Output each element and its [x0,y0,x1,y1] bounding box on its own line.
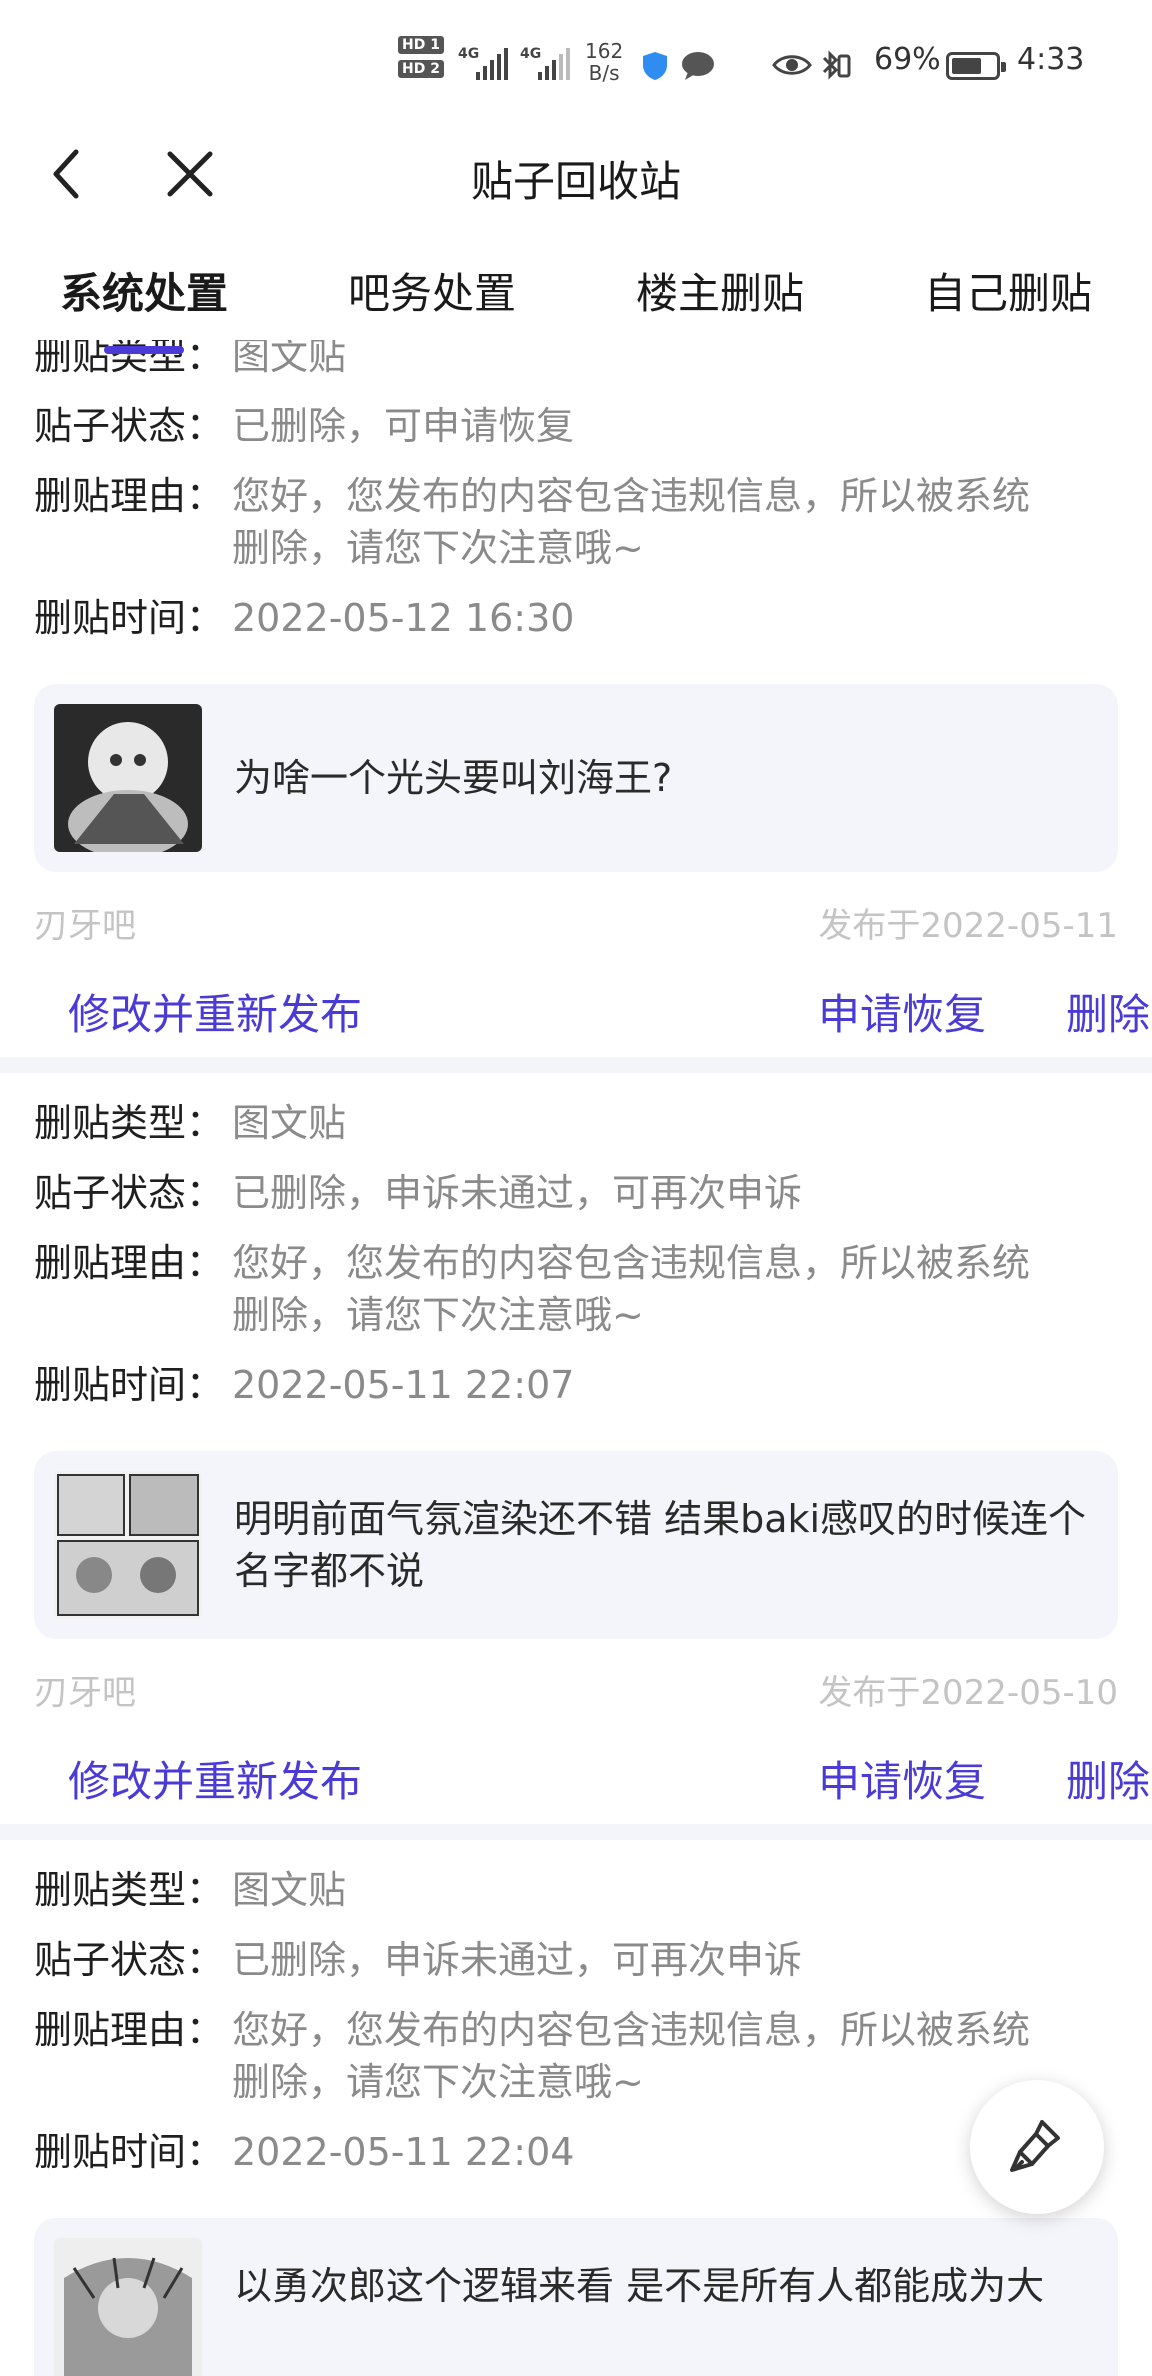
field-value: 图文贴 [232,1868,347,1912]
field-label: 删贴理由： [34,474,225,518]
chat-bubble-icon [682,52,714,80]
clock: 4:33 [1017,42,1085,77]
tab-owner-deleted[interactable]: 楼主删贴 [636,260,804,321]
field-label: 贴子状态： [34,1171,225,1215]
field-value: 2022-05-12 16:30 [232,596,575,640]
action-bar: 修改并重新发布 申请恢复 删除 [34,1714,1150,1824]
field-label: 删贴理由： [34,2008,225,2052]
field-value: 2022-05-11 22:07 [232,1363,575,1407]
delete-button[interactable]: 删除 [1066,1748,1150,1809]
field-label: 删贴时间： [34,1363,225,1407]
app-header: 贴子回收站 [0,130,1152,220]
post-preview[interactable]: 明明前面气氛渲染还不错 结果baki感叹的时候连个名字都不说 [34,1451,1118,1639]
edit-republish-button[interactable]: 修改并重新发布 [68,981,362,1042]
signal-icon: 4G [458,46,514,80]
speed-unit: B/s [588,61,620,85]
delete-time-row: 删贴时间： 2022-05-12 16:30 [34,592,1118,644]
sim2-label: HD 2 [398,60,444,78]
request-restore-button[interactable]: 申请恢复 [818,1748,986,1809]
post-meta: 刃牙吧 发布于2022-05-10 [34,1665,1118,1714]
request-restore-button[interactable]: 申请恢复 [818,981,986,1042]
field-label: 删贴类型： [34,1868,225,1912]
list-item: 删贴类型： 图文贴 贴子状态： 已删除，可申请恢复 删贴理由： 您好，您发布的内… [0,340,1152,1057]
status-bar: HD 1 HD 2 4G 4G 162 B/s 69% 4:33 [0,0,1152,130]
post-title: 以勇次郎这个逻辑来看 是不是所有人都能成为大 [234,2264,1045,2308]
post-status-row: 贴子状态： 已删除，申诉未通过，可再次申诉 [34,1934,1118,1986]
post-status-row: 贴子状态： 已删除，可申请恢复 [34,400,1118,452]
edit-republish-button[interactable]: 修改并重新发布 [68,1748,362,1809]
post-thumbnail [54,1471,202,1619]
delete-reason-row: 删贴理由： 您好，您发布的内容包含违规信息，所以被系统删除，请您下次注意哦~ [34,2004,1118,2108]
field-value: 已删除，申诉未通过，可再次申诉 [232,1938,803,1982]
field-value: 图文贴 [232,340,347,378]
tab-admin[interactable]: 吧务处置 [348,260,516,321]
field-value: 已删除，可申请恢复 [232,404,575,448]
delete-type-row: 删贴类型： 图文贴 [34,340,1118,382]
signal-icon: 4G [520,46,576,80]
action-bar: 修改并重新发布 申请恢复 删除 [34,947,1150,1057]
field-value: 您好，您发布的内容包含违规信息，所以被系统删除，请您下次注意哦~ [232,2008,1031,2104]
delete-reason-row: 删贴理由： 您好，您发布的内容包含违规信息，所以被系统删除，请您下次注意哦~ [34,1237,1118,1341]
sim1-label: HD 1 [398,36,444,54]
tab-bar: 系统处置 吧务处置 楼主删贴 自己删贴 [0,260,1152,340]
active-tab-indicator [104,346,184,354]
field-value: 您好，您发布的内容包含违规信息，所以被系统删除，请您下次注意哦~ [232,1241,1031,1337]
eye-icon [772,55,812,75]
field-label: 删贴类型： [34,1101,225,1145]
list-item: 删贴类型： 图文贴 贴子状态： 已删除，申诉未通过，可再次申诉 删贴理由： 您好… [0,1824,1152,2376]
list-item: 删贴类型： 图文贴 贴子状态： 已删除，申诉未通过，可再次申诉 删贴理由： 您好… [0,1057,1152,1824]
clean-up-button[interactable] [970,2080,1104,2214]
recycle-list[interactable]: 删贴类型： 图文贴 贴子状态： 已删除，可申请恢复 删贴理由： 您好，您发布的内… [0,340,1152,2376]
bluetooth-vibrate-icon [822,50,851,80]
field-label: 贴子状态： [34,1938,225,1982]
field-label: 删贴理由： [34,1241,225,1285]
field-value: 图文贴 [232,1101,347,1145]
delete-type-row: 删贴类型： 图文贴 [34,1864,1118,1916]
tab-self-deleted[interactable]: 自己删贴 [924,260,1092,321]
battery-fill [952,58,981,74]
post-meta: 刃牙吧 发布于2022-05-11 [34,898,1118,947]
post-title: 为啥一个光头要叫刘海王? [234,756,673,800]
delete-type-row: 删贴类型： 图文贴 [34,1097,1118,1149]
post-preview[interactable]: 为啥一个光头要叫刘海王? [34,684,1118,872]
shield-icon [643,52,667,80]
post-status-row: 贴子状态： 已删除，申诉未通过，可再次申诉 [34,1167,1118,1219]
delete-time-row: 删贴时间： 2022-05-11 22:04 [34,2126,1118,2178]
delete-reason-row: 删贴理由： 您好，您发布的内容包含违规信息，所以被系统删除，请您下次注意哦~ [34,470,1118,574]
field-label: 贴子状态： [34,404,225,448]
battery-percent: 69% [874,42,941,77]
speed-value: 162 [585,39,624,63]
field-value: 您好，您发布的内容包含违规信息，所以被系统删除，请您下次注意哦~ [232,474,1031,570]
post-thumbnail [54,2238,202,2376]
dual-sim-indicator: HD 1 HD 2 [398,36,448,92]
publish-date: 发布于2022-05-11 [818,906,1118,946]
brush-icon [1010,2120,1060,2172]
network-speed: 162 B/s [585,40,623,84]
post-title: 明明前面气氛渲染还不错 结果baki感叹的时候连个名字都不说 [234,1497,1087,1593]
forum-name[interactable]: 刃牙吧 [34,1665,136,1714]
post-preview[interactable]: 以勇次郎这个逻辑来看 是不是所有人都能成为大 [34,2218,1118,2376]
field-value: 2022-05-11 22:04 [232,2130,575,2174]
delete-time-row: 删贴时间： 2022-05-11 22:07 [34,1359,1118,1411]
post-thumbnail [54,704,202,852]
tab-system[interactable]: 系统处置 [60,260,228,321]
publish-date: 发布于2022-05-10 [818,1673,1118,1713]
battery-icon [946,52,1006,80]
field-label: 删贴时间： [34,2130,225,2174]
field-label: 删贴时间： [34,596,225,640]
field-value: 已删除，申诉未通过，可再次申诉 [232,1171,803,1215]
forum-name[interactable]: 刃牙吧 [34,898,136,947]
page-title: 贴子回收站 [470,157,681,206]
delete-button[interactable]: 删除 [1066,981,1150,1042]
